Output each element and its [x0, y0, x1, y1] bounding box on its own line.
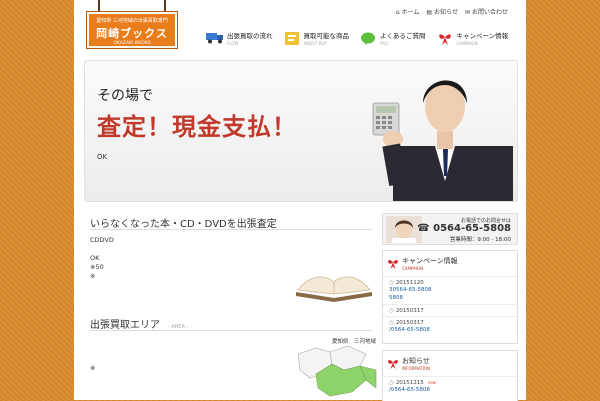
campaign-box: キャンペーン情報 CAMPAIGN ◷ 20151120 30564-65-5808… [382, 250, 518, 344]
divider [90, 229, 372, 230]
phone-number[interactable]: ☎ 0564-65-5808 [417, 223, 511, 234]
sign-hanger-left [98, 0, 100, 12]
news-link[interactable]: ▤ お知らせ [426, 7, 458, 16]
hero-ok: OK [97, 153, 108, 161]
news-link[interactable]: /0564-65-5808 [389, 386, 511, 394]
campaign-entry[interactable]: ◷ 20151120 30564-65-5808 5808 [383, 277, 517, 305]
new-badge: new [427, 380, 437, 385]
mail-icon: ✉ [464, 9, 470, 16]
phone-icon: ☎ [417, 223, 434, 234]
site-logo[interactable]: 愛知県 三河地域の出張買取専門 岡崎ブックス OKAZAKI BOOKS [86, 11, 178, 49]
campaign-entry[interactable]: ◷ 20150317 [383, 305, 517, 317]
business-hours: 営業時間：9:00 - 18:00 [449, 237, 511, 243]
top-links: ⌂ ホーム ▤ お知らせ ✉ お問い合わせ [396, 7, 508, 16]
hero-headline: 査定！現金支払！ [97, 113, 297, 141]
document-icon: ▤ [426, 9, 433, 16]
page-container: ⌂ ホーム ▤ お知らせ ✉ お問い合わせ 愛知県 三河地域の出張買取専門 岡崎ブック… [74, 0, 526, 401]
book-icon [283, 31, 301, 45]
nav-item-flow[interactable]: 出張買取の流れ FLOW [206, 30, 273, 46]
clock-icon: ◷ [389, 308, 394, 314]
contact-link[interactable]: ✉ お問い合わせ [465, 7, 508, 16]
speech-bubble-icon [359, 31, 377, 45]
news-box: お知らせ INFORMATION ◷ 20151215 new /0564-65-58… [382, 350, 518, 401]
home-link[interactable]: ⌂ ホーム [396, 7, 420, 16]
phone-contact-banner[interactable]: お電話でのお問合せは ☎ 0564-65-5808 営業時間：9:00 - 18… [382, 213, 518, 245]
home-icon: ⌂ [395, 9, 400, 16]
businessman-with-calculator-image [372, 80, 513, 201]
campaign-entry[interactable]: ◷ 20150317 /0564-65-5808 [383, 317, 517, 336]
nav-item-products[interactable]: 買取可能な商品 ABOUT BUY [283, 30, 349, 46]
nav-item-campaign[interactable]: キャンペーン情報 CAMPAIGN [436, 30, 508, 46]
sign-hanger-right [164, 0, 166, 12]
hero-line1: その場で [97, 88, 153, 104]
logo-name: 岡崎ブックス [96, 27, 168, 40]
truck-icon [206, 31, 224, 45]
hero-banner: その場で 査定！現金支払！ OK [84, 60, 518, 202]
news-entry[interactable]: ◷ 20151215 new /0564-65-5808 [383, 377, 517, 396]
ribbon-icon [436, 31, 454, 45]
news-header: お知らせ INFORMATION [383, 351, 517, 377]
campaign-link[interactable]: 30564-65-5808 [389, 286, 511, 294]
ribbon-icon [387, 354, 399, 373]
divider [90, 330, 372, 331]
mikawa-area-map [297, 345, 377, 397]
nav-item-faq[interactable]: よくあるご質問 FAQ [359, 30, 426, 46]
area-note: ※ [90, 364, 96, 372]
logo-subtitle: 愛知県 三河地域の出張買取専門 [96, 18, 168, 24]
ribbon-icon [387, 254, 399, 273]
campaign-link[interactable]: /0564-65-5808 [389, 326, 511, 334]
section-title-appraisal: いらなくなった本・CD・DVDを出張査定 [90, 219, 277, 230]
logo-en: OKAZAKI BOOKS [113, 41, 151, 46]
section1-text: CDDVD OK ※50 ※ [90, 236, 114, 280]
campaign-header: キャンペーン情報 CAMPAIGN [383, 251, 517, 277]
section-title-area: 出張買取エリア - AREA - [90, 320, 189, 331]
open-book-image [296, 276, 372, 302]
main-nav: 出張買取の流れ FLOW 買取可能な商品 ABOUT BUY よくあるご質問 FAQ … [206, 30, 518, 46]
